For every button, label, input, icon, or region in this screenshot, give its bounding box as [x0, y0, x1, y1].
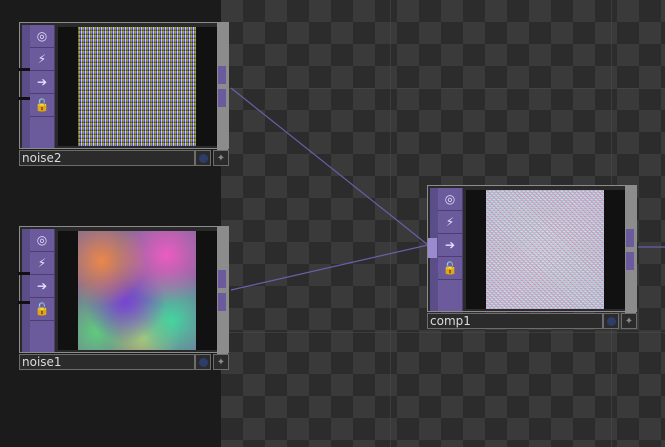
inlet-connector[interactable] [18, 301, 30, 304]
cook-arrow-icon[interactable]: ➔ [438, 234, 462, 257]
bypass-icon[interactable]: ⚡ [438, 211, 462, 234]
bypass-icon[interactable]: ⚡ [30, 48, 54, 71]
node-name-label[interactable]: noise1 [19, 354, 195, 370]
node-name-label[interactable]: noise2 [19, 150, 195, 166]
bypass-icon[interactable]: ⚡ [30, 252, 54, 275]
viewer-toggle-icon[interactable]: ◎ [30, 229, 54, 252]
outlet-strip [217, 23, 228, 150]
node-toolbar: ◎ ⚡ ➔ 🔓 [30, 229, 55, 352]
noise-texture-preview [78, 231, 196, 350]
noise-texture-preview [78, 27, 196, 146]
lock-icon[interactable]: 🔓 [30, 298, 54, 321]
comp-texture-preview [486, 190, 604, 309]
lock-icon[interactable]: 🔓 [30, 94, 54, 117]
display-flag-icon[interactable] [195, 150, 211, 166]
outlet-connector[interactable] [218, 270, 226, 288]
node-viewer[interactable] [58, 231, 217, 350]
render-flag-icon[interactable]: ✦ [621, 313, 637, 329]
node-viewer[interactable] [58, 27, 217, 146]
outlet-connector[interactable] [626, 229, 634, 247]
node-noise2[interactable]: ◎ ⚡ ➔ 🔓 noise2 ✦ [18, 22, 231, 168]
node-name-label[interactable]: comp1 [427, 313, 603, 329]
network-editor[interactable]: ◎ ⚡ ➔ 🔓 noise2 ✦ ◎ ⚡ ➔ 🔓 noise1 ✦ ◎ ⚡ ➔ … [0, 0, 665, 447]
inlet-strip [22, 229, 30, 352]
outlet-connector[interactable] [626, 252, 634, 270]
viewer-toggle-icon[interactable]: ◎ [438, 188, 462, 211]
wire-noise1-to-comp1[interactable] [230, 244, 429, 291]
node-toolbar: ◎ ⚡ ➔ 🔓 [438, 188, 463, 311]
wire-noise2-to-comp1[interactable] [230, 87, 429, 246]
node-body[interactable]: ◎ ⚡ ➔ 🔓 [427, 185, 637, 313]
inlet-connector[interactable] [18, 272, 30, 275]
render-flag-icon[interactable]: ✦ [213, 150, 229, 166]
display-flag-icon[interactable] [603, 313, 619, 329]
outlet-strip [217, 227, 228, 354]
outlet-connector[interactable] [218, 89, 226, 107]
node-comp1[interactable]: ◎ ⚡ ➔ 🔓 comp1 ✦ [427, 185, 639, 331]
outlet-strip [625, 186, 636, 313]
render-flag-icon[interactable]: ✦ [213, 354, 229, 370]
inlet-connector[interactable] [428, 238, 437, 258]
node-viewer[interactable] [466, 190, 625, 309]
display-flag-icon[interactable] [195, 354, 211, 370]
inlet-connector[interactable] [18, 68, 30, 71]
viewer-toggle-icon[interactable]: ◎ [30, 25, 54, 48]
cook-arrow-icon[interactable]: ➔ [30, 275, 54, 298]
node-body[interactable]: ◎ ⚡ ➔ 🔓 [18, 22, 229, 150]
inlet-connector[interactable] [18, 97, 30, 100]
node-noise1[interactable]: ◎ ⚡ ➔ 🔓 noise1 ✦ [18, 226, 231, 372]
cook-arrow-icon[interactable]: ➔ [30, 71, 54, 94]
outlet-connector[interactable] [218, 66, 226, 84]
outlet-connector[interactable] [218, 293, 226, 311]
node-body[interactable]: ◎ ⚡ ➔ 🔓 [18, 226, 229, 354]
node-toolbar: ◎ ⚡ ➔ 🔓 [30, 25, 55, 148]
inlet-strip [22, 25, 30, 148]
lock-icon[interactable]: 🔓 [438, 257, 462, 280]
